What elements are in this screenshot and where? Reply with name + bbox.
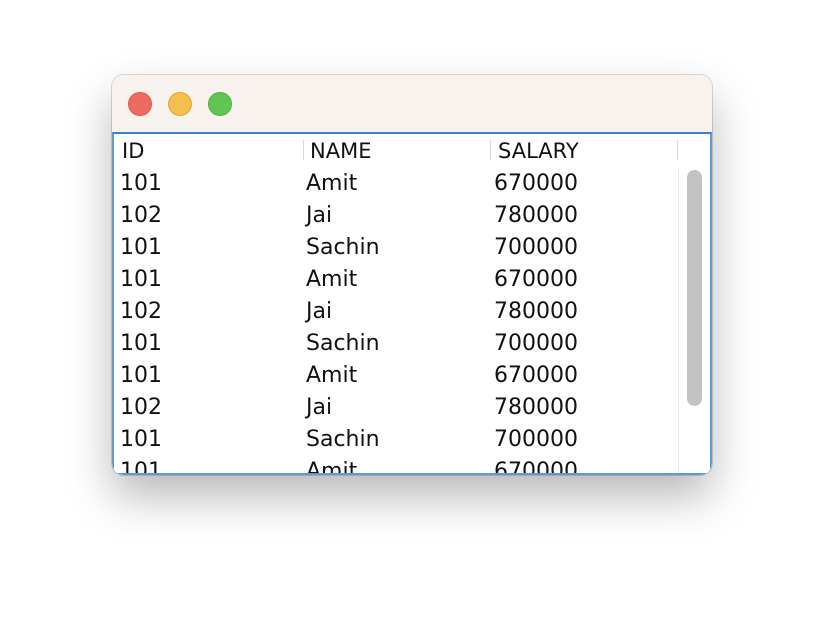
table-body: 101 Amit 670000 102 Jai 780000 101 Sachin 700000…: [114, 168, 678, 473]
cell-id[interactable]: 101: [120, 456, 162, 473]
cell-id[interactable]: 101: [120, 360, 162, 392]
cell-salary[interactable]: 670000: [494, 264, 578, 296]
maximize-button[interactable]: [208, 92, 232, 116]
cell-salary[interactable]: 670000: [494, 168, 578, 200]
cell-salary[interactable]: 780000: [494, 296, 578, 328]
close-button[interactable]: [128, 92, 152, 116]
cell-salary[interactable]: 670000: [494, 456, 578, 473]
cell-id[interactable]: 101: [120, 424, 162, 456]
cell-salary[interactable]: 780000: [494, 200, 578, 232]
column-header-id[interactable]: ID: [122, 134, 144, 168]
cell-id[interactable]: 102: [120, 296, 162, 328]
column-divider[interactable]: [677, 140, 678, 160]
column-divider[interactable]: [490, 140, 491, 160]
table-scroll-pane[interactable]: ID NAME SALARY 101 Amit 670000 102 Jai 780000…: [112, 132, 712, 475]
cell-name[interactable]: Amit: [306, 456, 357, 473]
minimize-button[interactable]: [168, 92, 192, 116]
cell-name[interactable]: Sachin: [306, 328, 380, 360]
cell-id[interactable]: 101: [120, 168, 162, 200]
cell-salary[interactable]: 780000: [494, 392, 578, 424]
column-header-salary[interactable]: SALARY: [498, 134, 579, 168]
cell-salary[interactable]: 700000: [494, 232, 578, 264]
cell-name[interactable]: Amit: [306, 168, 357, 200]
table-row[interactable]: 102 Jai 780000: [114, 296, 678, 328]
cell-name[interactable]: Amit: [306, 360, 357, 392]
cell-salary[interactable]: 670000: [494, 360, 578, 392]
table-row[interactable]: 101 Amit 670000: [114, 168, 678, 200]
table-row[interactable]: 101 Sachin 700000: [114, 232, 678, 264]
cell-id[interactable]: 102: [120, 392, 162, 424]
cell-name[interactable]: Jai: [306, 392, 332, 424]
column-divider[interactable]: [303, 140, 304, 160]
cell-id[interactable]: 102: [120, 200, 162, 232]
cell-id[interactable]: 101: [120, 264, 162, 296]
cell-name[interactable]: Sachin: [306, 424, 380, 456]
table-header: ID NAME SALARY: [114, 134, 710, 168]
cell-id[interactable]: 101: [120, 232, 162, 264]
table-row[interactable]: 101 Sachin 700000: [114, 328, 678, 360]
table-row[interactable]: 101 Amit 670000: [114, 456, 678, 473]
cell-salary[interactable]: 700000: [494, 328, 578, 360]
cell-name[interactable]: Amit: [306, 264, 357, 296]
scrollbar-thumb[interactable]: [687, 170, 702, 406]
cell-name[interactable]: Sachin: [306, 232, 380, 264]
cell-salary[interactable]: 700000: [494, 424, 578, 456]
table-row[interactable]: 102 Jai 780000: [114, 200, 678, 232]
cell-id[interactable]: 101: [120, 328, 162, 360]
cell-name[interactable]: Jai: [306, 296, 332, 328]
table-row[interactable]: 102 Jai 780000: [114, 392, 678, 424]
app-window: ID NAME SALARY 101 Amit 670000 102 Jai 780000…: [112, 75, 712, 475]
cell-name[interactable]: Jai: [306, 200, 332, 232]
column-header-name[interactable]: NAME: [310, 134, 371, 168]
table-row[interactable]: 101 Amit 670000: [114, 360, 678, 392]
table-row[interactable]: 101 Sachin 700000: [114, 424, 678, 456]
title-bar[interactable]: [112, 75, 712, 132]
table-row[interactable]: 101 Amit 670000: [114, 264, 678, 296]
vertical-scrollbar[interactable]: [678, 168, 710, 473]
